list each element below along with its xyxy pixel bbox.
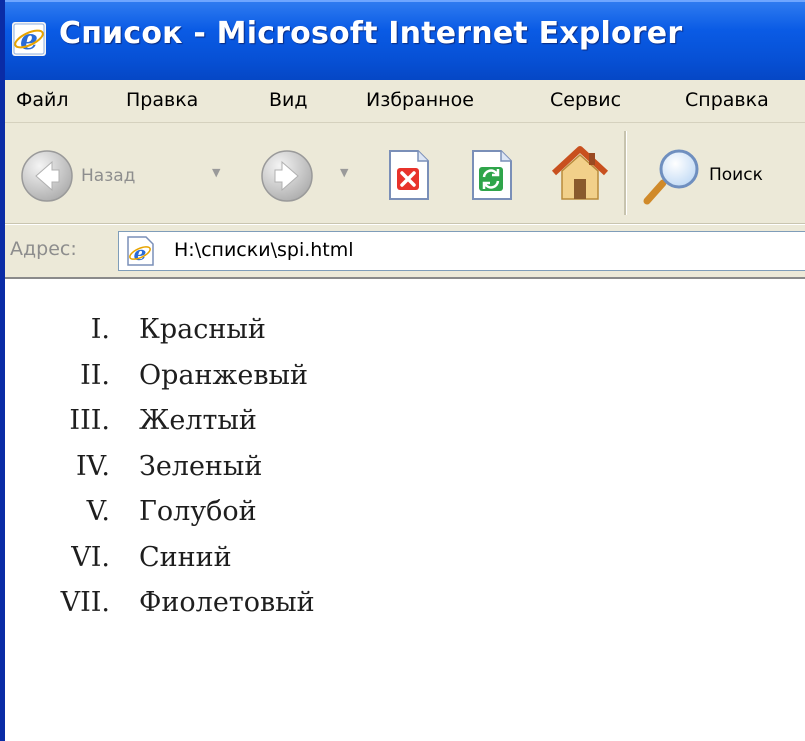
search-label: Поиск	[709, 165, 763, 185]
list-item-marker: V.	[86, 496, 110, 527]
refresh-icon	[472, 150, 512, 200]
page-ie-icon: e	[127, 236, 154, 266]
list-item-label: Голубой	[139, 496, 257, 527]
menu-help[interactable]: Справка	[685, 89, 769, 111]
list-item-label: Красный	[139, 314, 266, 345]
forward-button[interactable]	[259, 148, 315, 204]
stop-button[interactable]	[386, 149, 430, 201]
search-magnifier-icon	[643, 149, 699, 205]
back-dropdown-icon[interactable]: ▼	[212, 166, 220, 179]
window-title: Список - Microsoft Internet Explorer	[59, 16, 683, 51]
list-item-label: Желтый	[139, 405, 257, 436]
list-item-label: Синий	[139, 541, 232, 573]
back-label: Назад	[81, 166, 136, 186]
browser-window: e Список - Microsoft Internet Explorer Ф…	[5, 0, 805, 741]
address-input[interactable]: e H:\списки\spi.html	[118, 231, 805, 271]
forward-dropdown-icon[interactable]: ▼	[340, 166, 348, 179]
forward-arrow-icon	[261, 150, 313, 202]
toolbar-separator	[624, 131, 627, 215]
list-item-marker: IV.	[75, 450, 110, 482]
menu-view[interactable]: Вид	[269, 89, 308, 111]
menu-tools[interactable]: Сервис	[550, 89, 621, 111]
menu-bar: Файл Правка Вид Избранное Сервис Справка	[5, 80, 805, 123]
search-button[interactable]: Поиск	[641, 145, 763, 205]
home-icon	[551, 146, 609, 200]
refresh-button[interactable]	[469, 149, 513, 201]
address-value: H:\списки\spi.html	[174, 239, 354, 261]
stop-icon	[389, 150, 429, 200]
list-item-marker: III.	[69, 405, 110, 436]
toolbar: Назад ▼ ▼ Поиск	[5, 123, 805, 224]
menu-edit[interactable]: Правка	[126, 89, 198, 111]
menu-file[interactable]: Файл	[16, 89, 69, 111]
list-item-label: Фиолетовый	[139, 587, 315, 618]
title-bar[interactable]: e Список - Microsoft Internet Explorer	[5, 0, 805, 82]
list-item-label: Зеленый	[139, 450, 263, 482]
back-button[interactable]: Назад	[19, 148, 135, 204]
list-item-label: Оранжевый	[139, 359, 309, 391]
back-arrow-icon	[21, 150, 73, 202]
svg-text:e: e	[134, 241, 147, 265]
menu-favorites[interactable]: Избранное	[366, 89, 474, 111]
svg-text:e: e	[20, 23, 38, 56]
list-item-marker: VI.	[71, 541, 110, 573]
internet-explorer-icon: e	[12, 22, 46, 56]
list-item-marker: I.	[90, 314, 110, 345]
list-item-marker: II.	[80, 359, 110, 391]
list-item-marker: VII.	[60, 587, 110, 618]
address-bar: Адрес: e H:\списки\spi.html	[5, 224, 805, 278]
home-button[interactable]	[548, 143, 612, 203]
page-content: I. Красный II. Оранжевый III. Желтый IV. Зелены…	[5, 277, 805, 741]
address-label: Адрес:	[10, 238, 77, 260]
